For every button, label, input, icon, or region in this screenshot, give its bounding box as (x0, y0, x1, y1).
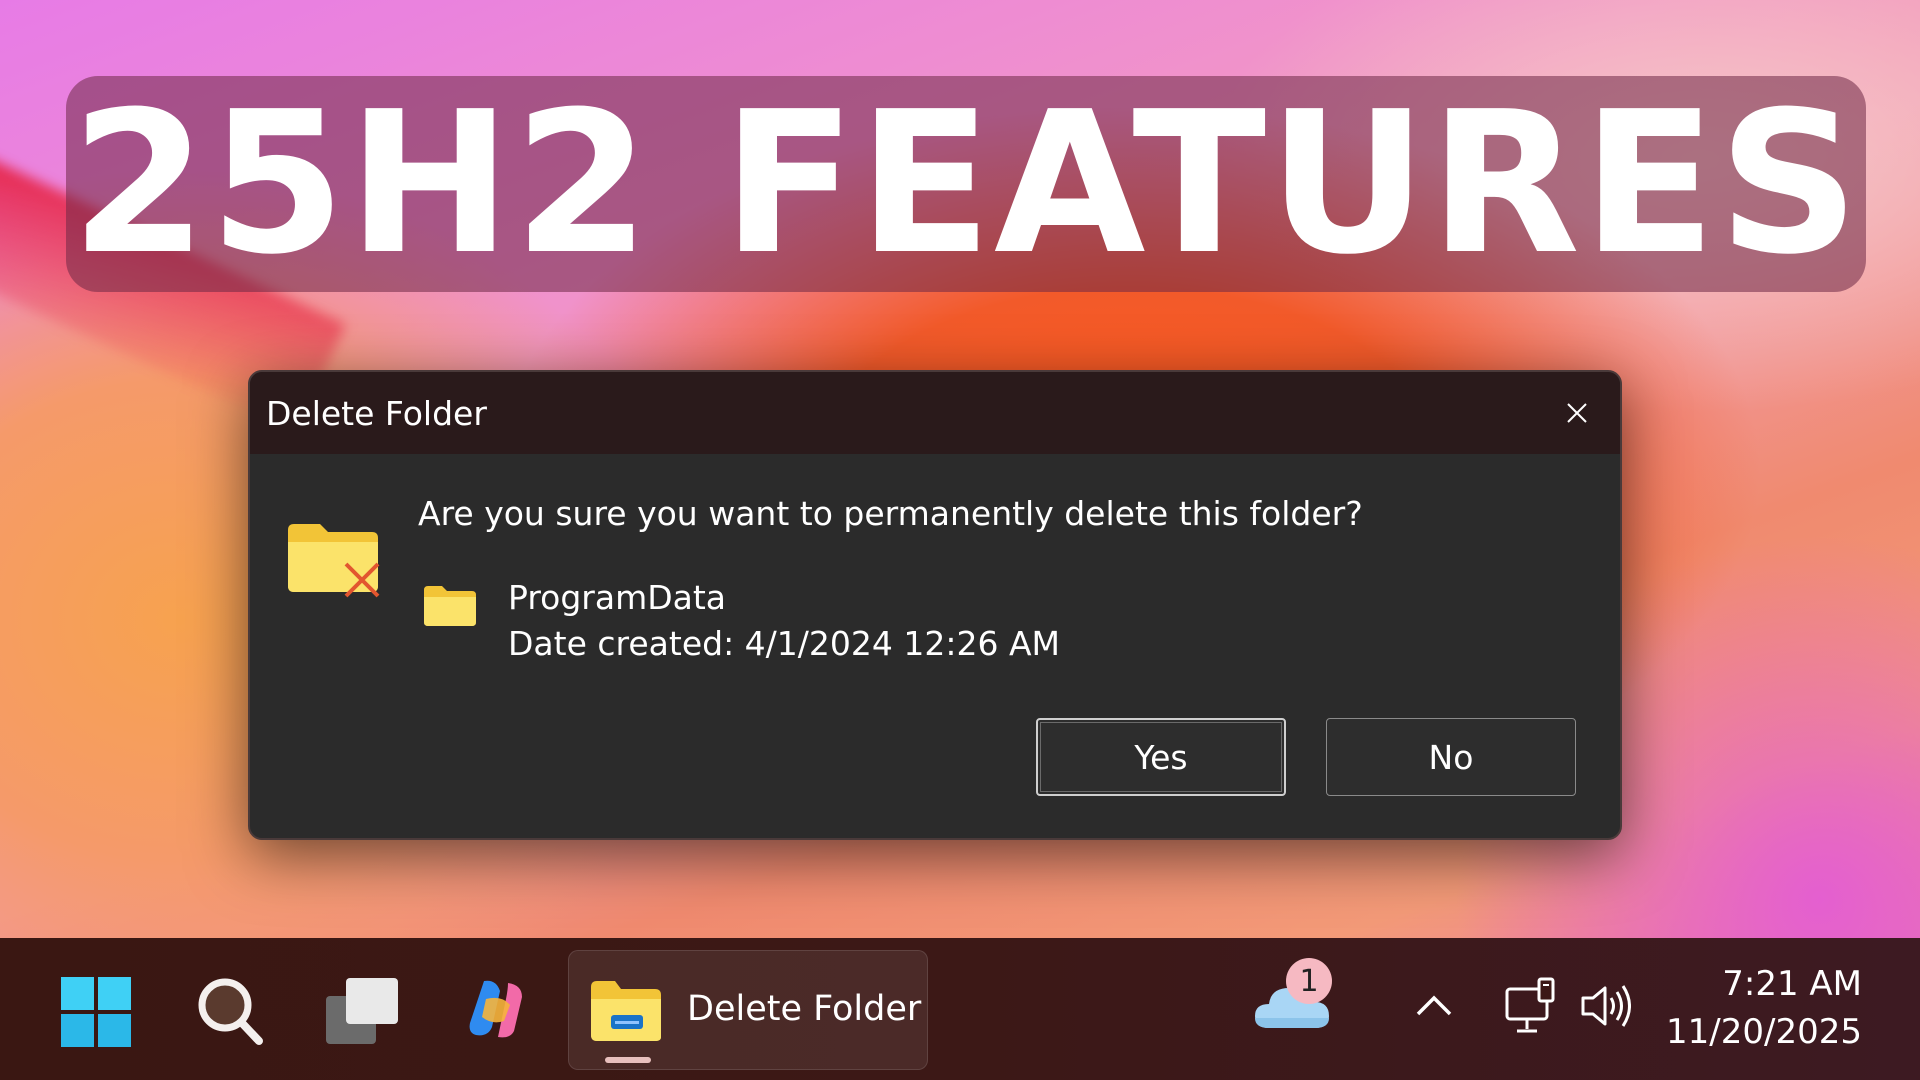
network-button[interactable] (1504, 974, 1558, 1040)
copilot-icon (469, 980, 522, 1038)
confirmation-question: Are you sure you want to permanently del… (418, 494, 1363, 533)
dialog-titlebar[interactable]: Delete Folder (250, 372, 1620, 454)
file-explorer-icon (591, 981, 661, 1041)
notification-badge: 1 (1286, 958, 1332, 1004)
delete-folder-dialog: Delete Folder Are you sure you want to p… (248, 370, 1622, 840)
taskbar: Delete Folder 1 7:21 AM 11/20/2025 (0, 938, 1920, 1080)
folder-name: ProgramData (508, 578, 727, 617)
dialog-title: Delete Folder (266, 394, 487, 433)
yes-button-label: Yes (1134, 737, 1188, 777)
clock-date[interactable]: 11/20/2025 (1666, 1012, 1862, 1052)
copilot-button[interactable] (464, 974, 528, 1044)
close-button[interactable] (1554, 390, 1600, 436)
clock-time[interactable]: 7:21 AM (1722, 964, 1862, 1004)
search-icon (198, 978, 263, 1045)
title-banner: 25H2 FEATURES (66, 76, 1866, 292)
volume-icon (1581, 985, 1631, 1027)
start-button[interactable] (58, 974, 134, 1050)
network-icon (1505, 977, 1555, 1033)
folder-date-created: Date created: 4/1/2024 12:26 AM (508, 624, 1061, 663)
no-button[interactable]: No (1326, 718, 1576, 796)
folder-icon (424, 586, 476, 626)
windows-start-icon (61, 977, 131, 1047)
task-view-icon (326, 978, 398, 1044)
active-app-indicator (605, 1057, 651, 1063)
yes-button[interactable]: Yes (1036, 718, 1286, 796)
task-view-button[interactable] (326, 974, 400, 1048)
show-hidden-icons-button[interactable] (1412, 988, 1456, 1024)
banner-text: 25H2 FEATURES (70, 70, 1862, 298)
taskbar-app-label: Delete Folder (687, 989, 922, 1029)
search-button[interactable] (194, 972, 266, 1050)
chevron-up-icon (1416, 995, 1452, 1016)
volume-button[interactable] (1578, 978, 1632, 1034)
folder-delete-icon (288, 524, 380, 598)
close-icon (1567, 403, 1587, 423)
no-button-label: No (1428, 737, 1474, 777)
taskbar-app-delete-folder[interactable]: Delete Folder (568, 950, 928, 1070)
